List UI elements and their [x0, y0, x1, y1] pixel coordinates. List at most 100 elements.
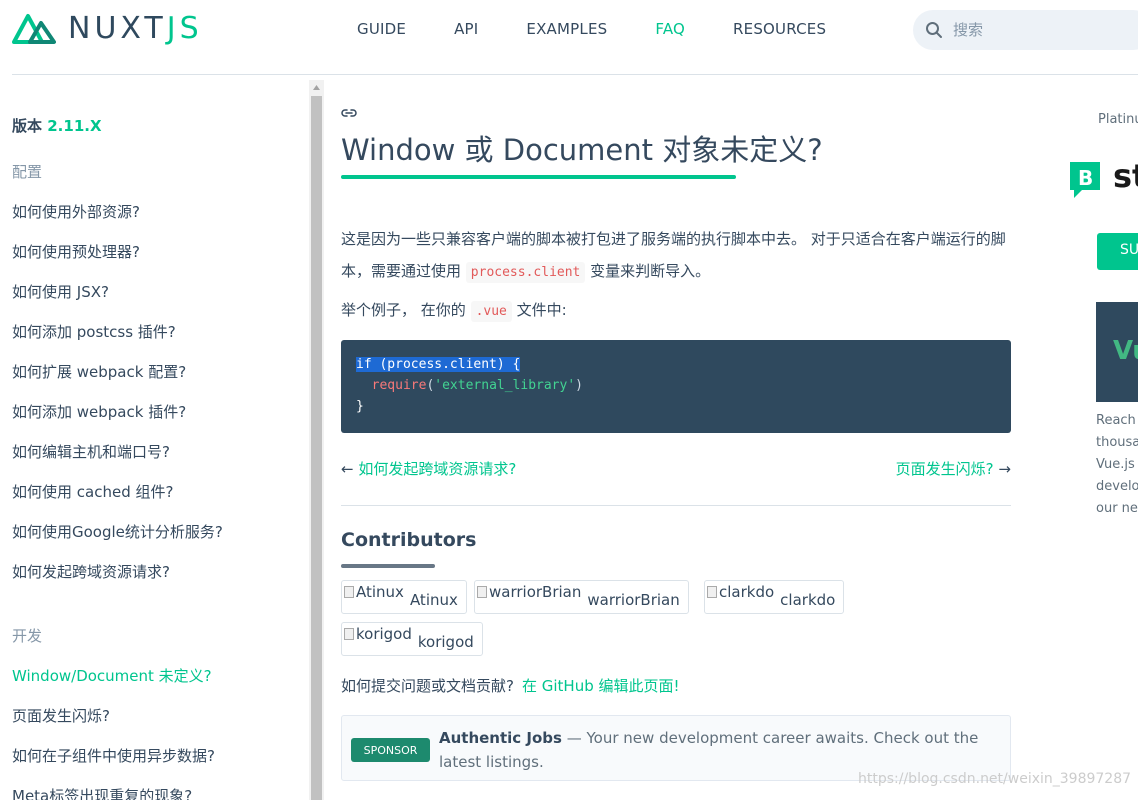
sidebar-item-page-flicker[interactable]: 页面发生闪烁?	[12, 705, 110, 726]
sponsor-brand-icon[interactable]: B	[1068, 160, 1102, 200]
prev-page-label: 如何发起跨域资源请求?	[358, 460, 517, 478]
logo-text-main: NUXT	[68, 10, 167, 46]
example-text-end: 文件中:	[516, 301, 567, 319]
broken-image-icon	[707, 586, 717, 598]
edit-on-github: 如何提交问题或文档贡献? 在 GitHub 编辑此页面!	[341, 675, 680, 696]
code-string: 'external_library'	[434, 378, 576, 393]
sidebar-item-external-resources[interactable]: 如何使用外部资源?	[12, 201, 140, 222]
sidebar-item-postcss[interactable]: 如何添加 postcss 插件?	[12, 321, 176, 342]
svg-text:B: B	[1078, 166, 1093, 190]
contributors-underline	[341, 564, 435, 568]
sponsor-text: Authentic Jobs — Your new development ca…	[439, 726, 1004, 774]
top-nav: GUIDE API EXAMPLES FAQ RESOURCES	[357, 20, 874, 38]
title-underline	[341, 175, 736, 179]
contributor-name: Atinux	[409, 591, 458, 609]
nav-faq[interactable]: FAQ	[655, 20, 685, 38]
sidebar-group-config: 配置	[12, 163, 43, 181]
avatar: clarkdo	[705, 581, 774, 613]
nav-examples[interactable]: EXAMPLES	[526, 20, 607, 38]
ad-text-line: develo	[1096, 479, 1138, 494]
logo-text-accent: JS	[166, 10, 203, 46]
sidebar: 版本 2.11.X 配置 如何使用外部资源? 如何使用预处理器? 如何使用 JS…	[12, 75, 307, 800]
search-box[interactable]	[913, 10, 1138, 50]
nav-api[interactable]: API	[454, 20, 478, 38]
edit-prompt: 如何提交问题或文档贡献?	[341, 677, 514, 695]
link-icon[interactable]	[341, 107, 357, 119]
sidebar-item-webpack-plugins[interactable]: 如何添加 webpack 插件?	[12, 401, 186, 422]
next-page-link[interactable]: 页面发生闪烁? →	[896, 458, 1011, 479]
next-page-label: 页面发生闪烁?	[895, 460, 994, 478]
broken-image-icon	[344, 586, 354, 598]
page-title: Window 或 Document 对象未定义?	[341, 133, 823, 167]
avatar-alt-text: korigod	[356, 625, 412, 643]
inline-code-process-client: process.client	[465, 262, 586, 283]
code-line-1: if (process.client) {	[356, 357, 521, 372]
ad-text-line: thousa	[1096, 435, 1138, 450]
prev-page-link[interactable]: ← 如何发起跨域资源请求?	[341, 458, 516, 479]
contributor-name: warriorBrian	[587, 591, 680, 609]
broken-image-icon	[344, 628, 354, 640]
sidebar-scrollbar[interactable]	[309, 80, 324, 800]
version-prefix: 版本	[12, 117, 43, 135]
divider	[341, 505, 1011, 506]
site-header: NUXTJS GUIDE API EXAMPLES FAQ RESOURCES	[0, 0, 1138, 75]
sidebar-item-window-undefined[interactable]: Window/Document 未定义?	[12, 665, 212, 686]
sponsors-column: Platinu B st SU Vu Reach thousa Vue.js d…	[1060, 75, 1138, 800]
avatar-alt-text: warriorBrian	[489, 583, 582, 601]
nav-guide[interactable]: GUIDE	[357, 20, 406, 38]
ad-text[interactable]: Reach thousa Vue.js develo our ne	[1096, 410, 1138, 520]
search-input[interactable]	[953, 21, 1113, 39]
watermark: https://blog.csdn.net/weixin_39897287	[858, 771, 1132, 787]
platinum-sponsors-label: Platinu	[1098, 112, 1138, 127]
version-number: 2.11.X	[47, 117, 102, 135]
ad-image[interactable]: Vu	[1096, 302, 1138, 402]
contributor-name: korigod	[417, 633, 474, 651]
example-paragraph: 举个例子， 在你的 .vue 文件中:	[341, 299, 567, 322]
sidebar-group-development: 开发	[12, 627, 43, 645]
avatar-alt-text: Atinux	[356, 583, 404, 601]
sidebar-item-cors[interactable]: 如何发起跨域资源请求?	[12, 561, 170, 582]
sponsor-name: Authentic Jobs	[439, 729, 562, 747]
sidebar-item-duplicate-meta[interactable]: Meta标签出现重复的现象?	[12, 785, 192, 800]
sponsor-brand-name[interactable]: st	[1113, 157, 1138, 195]
code-require: require	[371, 378, 427, 393]
explanation-paragraph: 这是因为一些只兼容客户端的脚本被打包进了服务端的执行脚本中去。 对于只适合在客户…	[341, 223, 1011, 289]
contributor-name: clarkdo	[780, 591, 836, 609]
edit-github-link[interactable]: 在 GitHub 编辑此页面!	[522, 677, 680, 695]
arrow-left-icon: ←	[341, 460, 354, 478]
sidebar-item-preprocessors[interactable]: 如何使用预处理器?	[12, 241, 140, 262]
nav-resources[interactable]: RESOURCES	[733, 20, 826, 38]
example-text: 举个例子， 在你的	[341, 301, 466, 319]
ad-text-line: our ne	[1096, 501, 1138, 516]
sidebar-item-extend-webpack[interactable]: 如何扩展 webpack 配置?	[12, 361, 186, 382]
avatar: korigod	[342, 623, 412, 655]
search-icon	[926, 22, 942, 38]
contributor-clarkdo[interactable]: clarkdo clarkdo	[704, 580, 845, 614]
logo-wordmark: NUXTJS	[68, 11, 203, 46]
code-block[interactable]: if (process.client) { require('external_…	[341, 340, 1011, 433]
nuxt-logo[interactable]: NUXTJS	[12, 10, 203, 46]
sidebar-item-cached-components[interactable]: 如何使用 cached 组件?	[12, 481, 173, 502]
version-label[interactable]: 版本 2.11.X	[12, 115, 102, 136]
sidebar-item-google-analytics[interactable]: 如何使用Google统计分析服务?	[12, 521, 223, 542]
scroll-up-arrow-icon[interactable]	[309, 80, 324, 95]
avatar: warriorBrian	[475, 581, 581, 613]
subscribe-button[interactable]: SU	[1097, 233, 1138, 270]
contributor-korigod[interactable]: korigod korigod	[341, 622, 483, 656]
contributors-heading: Contributors	[341, 529, 477, 551]
broken-image-icon	[477, 586, 487, 598]
code-line-3: }	[356, 399, 364, 414]
contributor-atinux[interactable]: Atinux Atinux	[341, 580, 467, 614]
sponsor-badge: SPONSOR	[351, 738, 430, 762]
sidebar-item-async-data-child[interactable]: 如何在子组件中使用异步数据?	[12, 745, 215, 766]
scrollbar-thumb[interactable]	[311, 96, 322, 800]
avatar-alt-text: clarkdo	[719, 583, 775, 601]
contributor-warriorbrian[interactable]: warriorBrian warriorBrian	[474, 580, 689, 614]
nuxt-mountain-icon	[12, 14, 56, 44]
sidebar-item-host-port[interactable]: 如何编辑主机和端口号?	[12, 441, 170, 462]
inline-code-vue: .vue	[470, 301, 512, 322]
ad-text-line: Vue.js	[1096, 457, 1135, 472]
ad-text-line: Reach	[1096, 413, 1136, 428]
arrow-right-icon: →	[998, 460, 1011, 478]
sidebar-item-jsx[interactable]: 如何使用 JSX?	[12, 281, 109, 302]
